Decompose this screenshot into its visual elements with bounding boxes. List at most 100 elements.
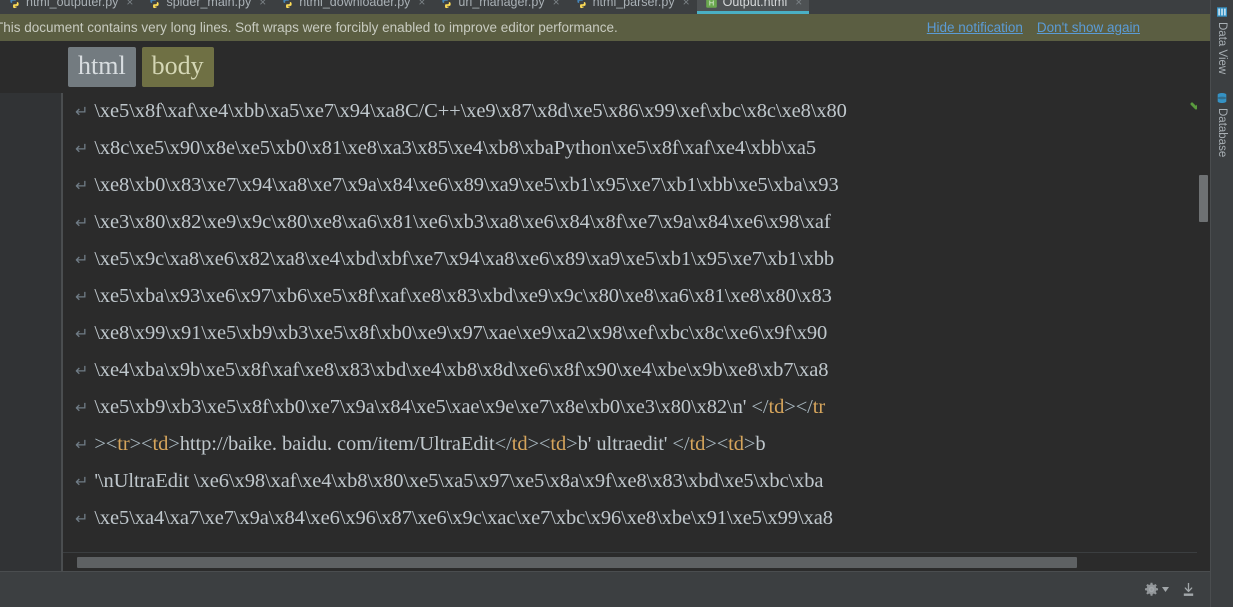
- close-icon[interactable]: ×: [683, 0, 690, 8]
- python-file-icon: [576, 0, 586, 8]
- code-token-br: </: [672, 433, 690, 455]
- code-line[interactable]: ↵ \xe8\xb0\x83\xe7\x94\xa8\xe7\x9a\x84\xe…: [63, 174, 1188, 211]
- code-token-br: </: [746, 396, 769, 418]
- soft-wrap-notification: This document contains very long lines. …: [0, 14, 1210, 41]
- dont-show-again-link[interactable]: Don't show again: [1037, 20, 1140, 35]
- code-token-br: </: [494, 433, 512, 455]
- code-line[interactable]: ↵ \xe8\x99\x91\xe5\xb9\xb3\xe5\x8f\xb0\xe…: [63, 322, 1188, 359]
- tab-label: html_parser.py: [592, 0, 675, 9]
- editor-gutter[interactable]: [0, 93, 62, 571]
- code-token-br: ><: [129, 433, 153, 455]
- breadcrumb-item-html[interactable]: html: [68, 47, 136, 87]
- soft-wrap-arrow-icon: ↵: [75, 398, 89, 417]
- code-token-plain: \x8c\xe5\x90\x8e\xe5\xb0\x81\xe8\xa3\x85…: [94, 137, 817, 159]
- soft-wrap-arrow-icon: ↵: [75, 139, 89, 158]
- tab-label: url_manager.py: [458, 0, 545, 9]
- code-token-plain: \xe5\xb9\xb3\xe5\x8f\xb0\xe7\x9a\x84\xe5…: [94, 396, 747, 418]
- editor-tab-html_outputer-py[interactable]: html_outputer.py ×: [0, 0, 140, 14]
- code-token-plain: \xe5\xa4\xa7\xe7\x9a\x84\xe6\x96\x87\xe6…: [94, 507, 833, 529]
- editor-horizontal-scrollbar[interactable]: [63, 552, 1197, 571]
- code-token-br: >: [566, 433, 578, 455]
- code-line[interactable]: ↵ >< tr >< td > http://baike. baidu. com/item/…: [63, 433, 1188, 470]
- code-token-plain: '\nUltraEdit \xe6\x98\xaf\xe4\xb8\x80\xe…: [94, 470, 824, 492]
- code-token-plain: b' ultraedit': [577, 433, 673, 455]
- right-tool-sidebar: Data View Database: [1210, 0, 1233, 607]
- editor-tab-url_manager-py[interactable]: url_manager.py ×: [432, 0, 566, 14]
- horizontal-scrollbar-thumb[interactable]: [77, 557, 1077, 568]
- status-bar: [0, 571, 1210, 607]
- code-token-br: ><: [527, 433, 551, 455]
- code-token-tag: td: [768, 396, 785, 418]
- python-file-icon: [283, 0, 292, 8]
- editor-tab-html_downloader-py[interactable]: html_downloader.py ×: [273, 0, 432, 14]
- code-token-tag: td: [689, 433, 706, 455]
- code-line[interactable]: ↵ \xe5\x9c\xa8\xe6\x82\xa8\xe4\xbd\xbf\xe…: [63, 248, 1188, 285]
- editor-tab-html_parser-py[interactable]: html_parser.py ×: [567, 0, 697, 14]
- code-token-plain: \xe5\x9c\xa8\xe6\x82\xa8\xe4\xbd\xbf\xe7…: [94, 248, 835, 270]
- soft-wrap-arrow-icon: ↵: [75, 102, 89, 121]
- tool-window-label: Database: [1216, 108, 1228, 158]
- soft-wrap-arrow-icon: ↵: [75, 509, 89, 528]
- code-line[interactable]: ↵ \xe5\xba\x93\xe6\x97\xb6\xe5\x8f\xaf\xe…: [63, 285, 1188, 322]
- vertical-scrollbar-thumb[interactable]: [1199, 175, 1208, 222]
- close-icon[interactable]: ×: [553, 0, 560, 8]
- breadcrumb-item-body[interactable]: body: [141, 47, 214, 87]
- python-file-icon: [10, 0, 19, 8]
- editor-content[interactable]: ↵ \xe5\x8f\xaf\xe4\xbb\xa5\xe7\x94\xa8C/C…: [63, 93, 1188, 571]
- download-glyph: [1183, 582, 1194, 596]
- close-icon[interactable]: ×: [795, 0, 802, 8]
- download-icon[interactable]: [1181, 582, 1196, 598]
- gear-icon[interactable]: [1144, 582, 1169, 597]
- data-view-icon: [1217, 7, 1227, 17]
- code-line[interactable]: ↵ \x8c\xe5\x90\x8e\xe5\xb0\x81\xe8\xa3\x8…: [63, 137, 1188, 174]
- code-token-tag: td: [511, 433, 528, 455]
- gear-glyph: [1144, 582, 1159, 596]
- code-token-plain: \xe8\x99\x91\xe5\xb9\xb3\xe5\x8f\xb0\xe9…: [94, 322, 828, 344]
- code-line[interactable]: ↵ \xe5\xb9\xb3\xe5\x8f\xb0\xe7\x9a\x84\xe…: [63, 396, 1188, 433]
- code-line[interactable]: ↵ '\nUltraEdit \xe6\x98\xaf\xe4\xb8\x80\x…: [63, 470, 1188, 507]
- soft-wrap-arrow-icon: ↵: [75, 213, 89, 232]
- close-icon[interactable]: ×: [259, 0, 266, 8]
- code-line[interactable]: ↵ \xe5\xa4\xa7\xe7\x9a\x84\xe6\x96\x87\xe…: [63, 507, 1188, 544]
- soft-wrap-arrow-icon: ↵: [75, 287, 89, 306]
- code-token-plain: \xe8\xb0\x83\xe7\x94\xa8\xe7\x9a\x84\xe6…: [94, 174, 839, 196]
- code-token-plain: http://baike. baidu. com/item/UltraEdit: [179, 433, 495, 455]
- ide-window: html_outputer.py × spider_main.py × html_dow…: [0, 0, 1233, 607]
- tool-window-button-data-view[interactable]: Data View: [1216, 4, 1228, 76]
- code-token-plain: \xe3\x80\x82\xe9\x9c\x80\xe8\xa6\x81\xe6…: [94, 211, 831, 233]
- code-token-tag: tr: [812, 396, 826, 418]
- breadcrumb: html body: [0, 41, 1210, 93]
- svg-text:H: H: [708, 0, 713, 7]
- code-token-plain: \xe4\xba\x9b\xe5\x8f\xaf\xe8\x83\xbd\xe4…: [94, 359, 829, 381]
- soft-wrap-arrow-icon: ↵: [75, 324, 89, 343]
- close-icon[interactable]: ×: [418, 0, 425, 8]
- chevron-down-icon[interactable]: [1162, 587, 1169, 592]
- editor-tab-spider_main-py[interactable]: spider_main.py ×: [140, 0, 273, 14]
- soft-wrap-arrow-icon: ↵: [75, 250, 89, 269]
- soft-wrap-arrow-icon: ↵: [75, 472, 89, 491]
- code-token-tag: td: [152, 433, 169, 455]
- code-line[interactable]: ↵ \xe3\x80\x82\xe9\x9c\x80\xe8\xa6\x81\xe…: [63, 211, 1188, 248]
- code-editor[interactable]: ↵ \xe5\x8f\xaf\xe4\xbb\xa5\xe7\x94\xa8C/C…: [0, 93, 1210, 571]
- code-line[interactable]: ↵ \xe5\x8f\xaf\xe4\xbb\xa5\xe7\x94\xa8C/C…: [63, 100, 1188, 137]
- python-file-icon: [442, 0, 452, 8]
- tool-window-button-database[interactable]: Database: [1216, 90, 1228, 159]
- notification-message: This document contains very long lines. …: [0, 20, 618, 35]
- code-token-tag: td: [728, 433, 744, 455]
- tab-label: html_outputer.py: [26, 0, 119, 9]
- code-token-br: ></: [784, 396, 813, 418]
- code-token-tag: tr: [117, 433, 130, 455]
- code-token-tag: td: [550, 433, 567, 455]
- close-icon[interactable]: ×: [126, 0, 133, 8]
- editor-tab-Output-html[interactable]: H Output.html ×: [696, 0, 810, 14]
- database-icon: [1217, 93, 1227, 104]
- soft-wrap-arrow-icon: ↵: [75, 435, 89, 454]
- code-line[interactable]: ↵ \xe4\xba\x9b\xe5\x8f\xaf\xe8\x83\xbd\xe…: [63, 359, 1188, 396]
- code-token-br: ><: [705, 433, 729, 455]
- editor-vertical-scrollbar[interactable]: [1197, 93, 1210, 571]
- tab-label: Output.html: [722, 0, 788, 9]
- html-file-icon: H: [705, 0, 717, 8]
- code-token-br: >: [168, 433, 180, 455]
- hide-notification-link[interactable]: Hide notification: [927, 20, 1023, 35]
- code-token-br: ><: [94, 433, 118, 455]
